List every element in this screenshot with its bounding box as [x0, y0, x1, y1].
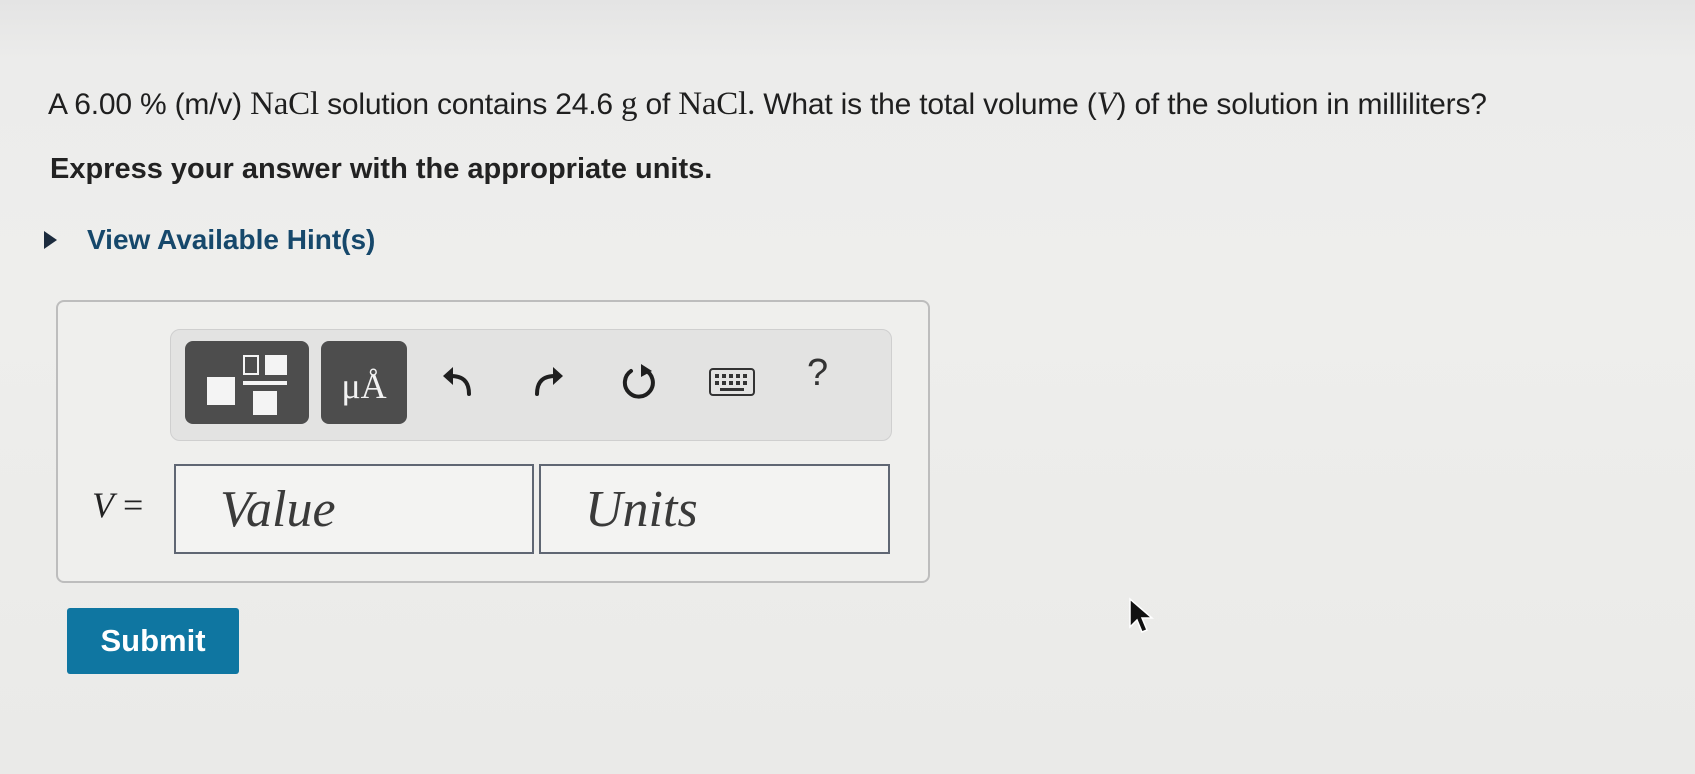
answer-variable: V — [92, 485, 114, 525]
submit-button[interactable]: Submit — [67, 608, 239, 674]
redo-icon — [535, 367, 563, 396]
keyboard-icon — [709, 368, 755, 396]
question-middle: solution contains 24.6 — [318, 88, 622, 121]
question-text: A 6.00 % (m/v) NaCl solution contains 24… — [48, 86, 1487, 123]
expand-triangle-icon — [44, 231, 57, 249]
question-prefix: A 6.00 % (m/v) — [48, 88, 251, 121]
units-icon: μÅ — [341, 366, 387, 406]
value-input[interactable] — [174, 464, 534, 554]
answer-variable-label: V = — [92, 484, 143, 526]
compound-formula: NaCl — [250, 86, 319, 122]
view-hints-label: View Available Hint(s) — [87, 224, 376, 255]
compound-formula-2: NaCl. — [678, 86, 756, 122]
help-icon[interactable]: ? — [807, 352, 828, 395]
undo-icon — [443, 367, 471, 396]
undo-button[interactable] — [439, 362, 479, 402]
question-of: of — [637, 88, 679, 121]
answer-instruction: Express your answer with the appropriate… — [50, 153, 713, 185]
redo-button[interactable] — [527, 362, 567, 402]
reset-icon — [622, 364, 655, 399]
mass-unit: g — [621, 86, 638, 122]
view-hints-toggle[interactable]: View Available Hint(s) — [44, 224, 375, 256]
question-variable: V — [1096, 86, 1117, 122]
keyboard-button[interactable] — [707, 362, 757, 402]
question-after: What is the total volume ( — [755, 88, 1097, 121]
units-input[interactable] — [539, 464, 890, 554]
question-suffix: ) of the solution in milliliters? — [1116, 88, 1487, 121]
templates-button[interactable] — [185, 341, 309, 424]
math-toolbar: μÅ ? — [170, 329, 892, 441]
units-button[interactable]: μÅ — [321, 341, 407, 424]
reset-button[interactable] — [619, 362, 659, 402]
mouse-pointer-icon — [1129, 597, 1155, 633]
equals-sign: = — [114, 485, 144, 525]
